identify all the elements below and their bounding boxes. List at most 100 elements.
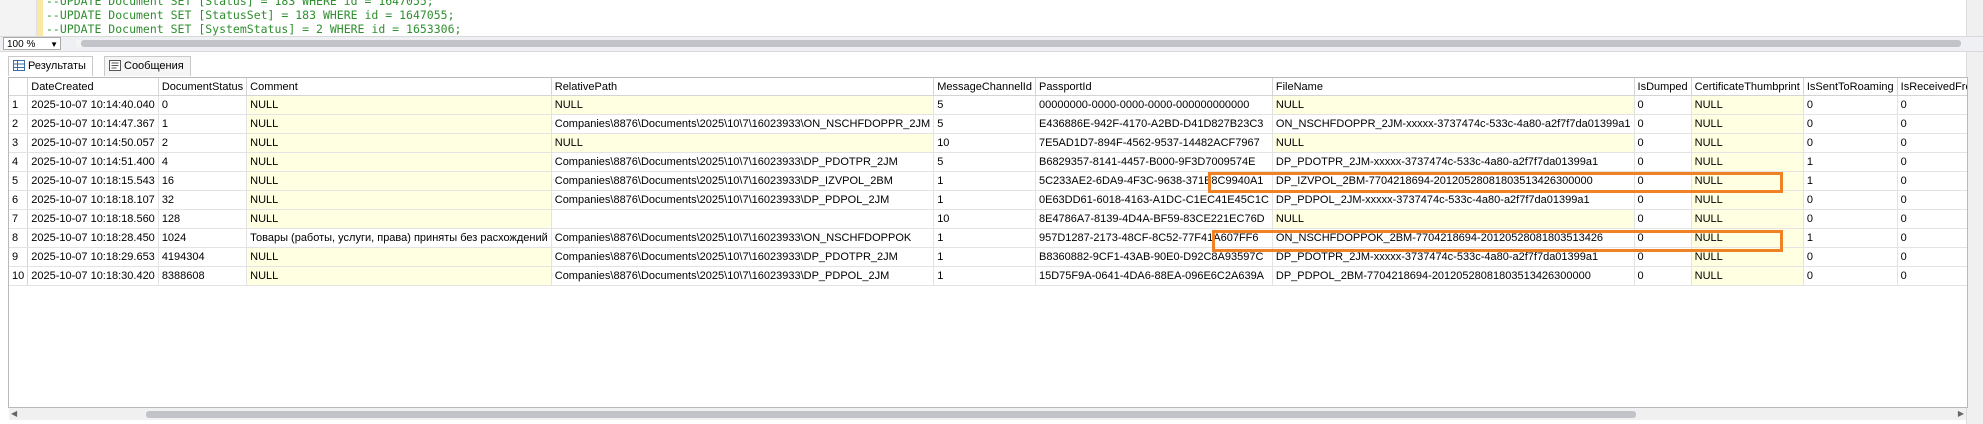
table-cell[interactable]: NULL (246, 247, 552, 267)
table-cell[interactable]: NULL (1691, 133, 1804, 153)
table-cell[interactable]: NULL (1691, 209, 1804, 229)
table-cell[interactable]: 0 (1803, 114, 1898, 134)
table-cell[interactable]: 0 (1634, 114, 1692, 134)
table-cell[interactable]: NULL (246, 190, 552, 210)
table-cell[interactable]: B6829357-8141-4457-B000-9F3D7009574E (1035, 152, 1273, 172)
table-cell[interactable]: 1 (1803, 228, 1898, 248)
table-cell[interactable]: 2025-10-07 10:18:15.543 (27, 171, 159, 191)
scrollbar-thumb[interactable] (81, 40, 1961, 47)
table-row[interactable]: 4 2025-10-07 10:14:51.400 4 NULL Companies\8… (9, 152, 1967, 172)
table-cell[interactable]: 0 (1803, 266, 1898, 286)
table-cell[interactable]: 10 (933, 209, 1036, 229)
table-cell[interactable]: 7E5AD1D7-894F-4562-9537-14482ACF7967 (1035, 133, 1273, 153)
table-cell[interactable]: NULL (1691, 266, 1804, 286)
table-cell[interactable]: Companies\8876\Documents\2025\10\7\16023… (551, 171, 935, 191)
table-cell[interactable]: Companies\8876\Documents\2025\10\7\16023… (551, 247, 935, 267)
table-cell[interactable]: NULL (1691, 114, 1804, 134)
table-cell[interactable]: Товары (работы, услуги, права) приняты б… (246, 228, 552, 248)
table-cell[interactable]: 8E4786A7-8139-4D4A-BF59-83CE221EC76D (1035, 209, 1273, 229)
row-number[interactable]: 2 (9, 114, 29, 134)
table-cell[interactable]: 0 (1634, 152, 1692, 172)
row-number[interactable]: 9 (9, 247, 29, 267)
table-cell[interactable]: 0 (1803, 95, 1898, 115)
table-cell[interactable]: 0 (1803, 247, 1898, 267)
table-cell[interactable]: 2 (158, 133, 248, 153)
table-cell[interactable]: 2025-10-07 10:18:28.450 (27, 228, 159, 248)
scroll-right-icon[interactable]: ▶ (1958, 408, 1964, 420)
editor-horizontal-scrollbar[interactable] (64, 38, 1964, 49)
table-cell[interactable]: 1 (933, 228, 1036, 248)
table-cell[interactable]: 2025-10-07 10:18:18.107 (27, 190, 159, 210)
table-cell[interactable]: 5 (933, 152, 1036, 172)
vertical-scrollbar[interactable] (1966, 0, 1983, 424)
table-cell[interactable]: 0 (1897, 209, 1967, 229)
table-cell[interactable]: 10 (933, 133, 1036, 153)
table-cell[interactable]: 0 (1897, 228, 1967, 248)
table-cell[interactable]: ON_NSCHFDOPPR_2JM-xxxxx-3737474c-533c-4a… (1272, 114, 1635, 134)
grid-horizontal-scrollbar[interactable]: ◀ ▶ (9, 408, 1966, 420)
table-cell[interactable]: NULL (246, 95, 552, 115)
scrollbar-thumb[interactable] (146, 411, 1636, 418)
table-cell[interactable]: 1 (1803, 171, 1898, 191)
table-cell[interactable]: 0 (1634, 95, 1692, 115)
table-cell[interactable]: 1 (933, 266, 1036, 286)
sql-editor[interactable]: --UPDATE Document SET [Status] = 183 WHE… (0, 0, 1983, 38)
table-cell[interactable]: 4 (158, 152, 248, 172)
row-number[interactable]: 10 (9, 266, 29, 286)
table-cell[interactable]: 0 (1803, 133, 1898, 153)
table-cell[interactable]: NULL (246, 209, 552, 229)
table-cell[interactable]: 8388608 (158, 266, 248, 286)
row-number[interactable]: 6 (9, 190, 29, 210)
table-cell[interactable]: NULL (1272, 209, 1635, 229)
table-cell[interactable]: 0 (1897, 190, 1967, 210)
table-cell[interactable]: 2025-10-07 10:14:40.040 (27, 95, 159, 115)
row-number[interactable]: 4 (9, 152, 29, 172)
table-cell[interactable]: 1 (158, 114, 248, 134)
table-cell[interactable]: DP_PDOTPR_2JM-xxxxx-3737474c-533c-4a80-a… (1272, 152, 1635, 172)
table-cell[interactable]: 128 (158, 209, 248, 229)
table-cell[interactable]: 32 (158, 190, 248, 210)
zoom-select[interactable]: 100 % ▼ (3, 37, 61, 50)
table-cell[interactable]: 1 (1803, 152, 1898, 172)
table-cell[interactable]: 0E63DD61-6018-4163-A1DC-C1EC41E45C1C (1035, 190, 1273, 210)
column-header[interactable]: MessageChannelId (933, 78, 1036, 96)
table-cell[interactable]: DP_PDPOL_2BM-7704218694-2012052808180351… (1272, 266, 1635, 286)
table-cell[interactable]: NULL (246, 152, 552, 172)
table-cell[interactable]: 0 (1897, 266, 1967, 286)
table-cell[interactable]: NULL (551, 133, 935, 153)
table-cell[interactable]: 2025-10-07 10:14:47.367 (27, 114, 159, 134)
table-cell[interactable]: 00000000-0000-0000-0000-000000000000 (1035, 95, 1273, 115)
table-cell[interactable]: E436886E-942F-4170-A2BD-D41D827B23C3 (1035, 114, 1273, 134)
tab-messages[interactable]: Сообщения (104, 56, 191, 76)
table-cell[interactable]: 0 (1634, 190, 1692, 210)
table-cell[interactable]: NULL (1691, 190, 1804, 210)
table-cell[interactable]: 0 (1897, 152, 1967, 172)
column-header[interactable]: IsSentToRoaming (1803, 78, 1898, 96)
table-cell[interactable]: 0 (1897, 95, 1967, 115)
table-cell[interactable]: NULL (246, 114, 552, 134)
table-row[interactable]: 3 2025-10-07 10:14:50.057 2 NULL NULL 10 7E5AD… (9, 133, 1967, 153)
table-cell[interactable]: Companies\8876\Documents\2025\10\7\16023… (551, 152, 935, 172)
column-header[interactable]: IsReceivedFromRoaming (1897, 78, 1967, 96)
table-row[interactable]: 2 2025-10-07 10:14:47.367 1 NULL Companies\8… (9, 114, 1967, 134)
table-cell[interactable]: 1 (933, 190, 1036, 210)
table-cell[interactable] (551, 209, 935, 229)
table-cell[interactable]: 0 (158, 95, 248, 115)
tab-results[interactable]: Результаты (8, 56, 93, 76)
table-cell[interactable]: 0 (1634, 266, 1692, 286)
table-cell[interactable]: NULL (246, 133, 552, 153)
column-header[interactable]: Comment (246, 78, 552, 96)
row-number[interactable]: 5 (9, 171, 29, 191)
table-cell[interactable]: 2025-10-07 10:18:30.420 (27, 266, 159, 286)
table-cell[interactable]: NULL (246, 266, 552, 286)
table-cell[interactable]: 2025-10-07 10:18:29.653 (27, 247, 159, 267)
table-cell[interactable]: NULL (1691, 95, 1804, 115)
row-number[interactable]: 1 (9, 95, 29, 115)
table-cell[interactable]: 0 (1634, 209, 1692, 229)
column-header[interactable]: RelativePath (551, 78, 935, 96)
table-cell[interactable]: 1 (933, 247, 1036, 267)
column-header[interactable]: DateCreated (27, 78, 159, 96)
table-cell[interactable]: NULL (551, 95, 935, 115)
table-cell[interactable]: NULL (1272, 133, 1635, 153)
column-header[interactable]: CertificateThumbprint (1691, 78, 1804, 96)
